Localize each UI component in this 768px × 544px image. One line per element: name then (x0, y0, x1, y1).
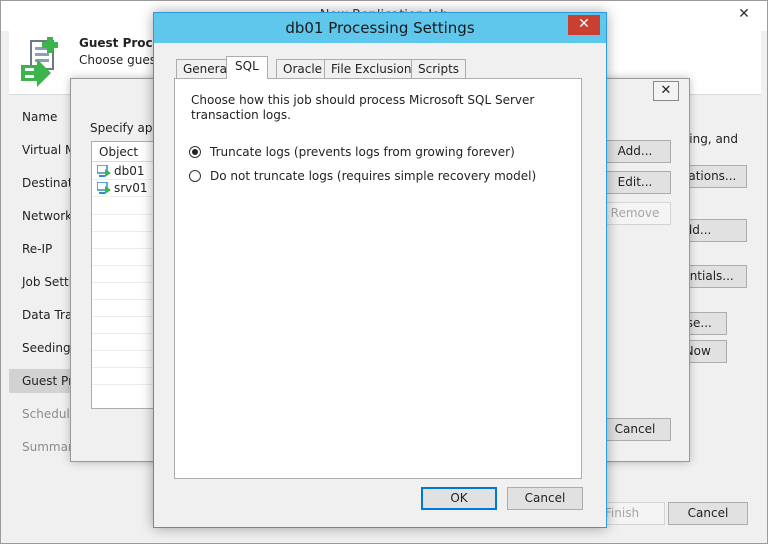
sql-tab-panel: Choose how this job should process Micro… (174, 78, 582, 479)
front-dialog-title: db01 Processing Settings (285, 19, 475, 37)
tab-file-exclusions[interactable]: File Exclusions (324, 59, 425, 78)
vm-icon (97, 165, 111, 177)
object-name: srv01 (114, 181, 148, 195)
tab-oracle[interactable]: Oracle (276, 59, 330, 78)
wizard-cancel-button[interactable]: Cancel (668, 502, 748, 525)
front-dialog-titlebar: db01 Processing Settings ✕ (154, 13, 606, 43)
add-object-button[interactable]: Add... (599, 140, 671, 163)
wizard-description-text: sing, and (683, 132, 739, 146)
truncate-logs-radio[interactable] (189, 146, 201, 158)
wizard-close-icon[interactable]: ✕ (730, 4, 758, 24)
do-not-truncate-logs-radio[interactable] (189, 170, 201, 182)
tab-sql[interactable]: SQL (226, 56, 268, 79)
remove-object-button: Remove (599, 202, 671, 225)
front-dialog-close-icon[interactable]: ✕ (568, 15, 600, 35)
sql-description: Choose how this job should process Micro… (191, 93, 535, 122)
processing-settings-dialog: db01 Processing Settings ✕ General SQL O… (153, 12, 607, 528)
edit-object-button[interactable]: Edit... (599, 171, 671, 194)
vm-icon (97, 182, 111, 194)
mid-dialog-close-icon[interactable]: ✕ (653, 81, 679, 101)
object-name: db01 (114, 164, 145, 178)
do-not-truncate-logs-label[interactable]: Do not truncate logs (requires simple re… (210, 168, 536, 184)
front-dialog-cancel-button[interactable]: Cancel (507, 487, 583, 510)
tab-scripts[interactable]: Scripts (411, 59, 467, 78)
guest-processing-logo-icon (21, 37, 58, 87)
front-dialog-body: General SQL Oracle File Exclusions Scrip… (162, 43, 598, 521)
ok-button[interactable]: OK (421, 487, 497, 510)
truncate-logs-label[interactable]: Truncate logs (prevents logs from growin… (210, 144, 515, 160)
mid-dialog-cancel-button[interactable]: Cancel (599, 418, 671, 441)
